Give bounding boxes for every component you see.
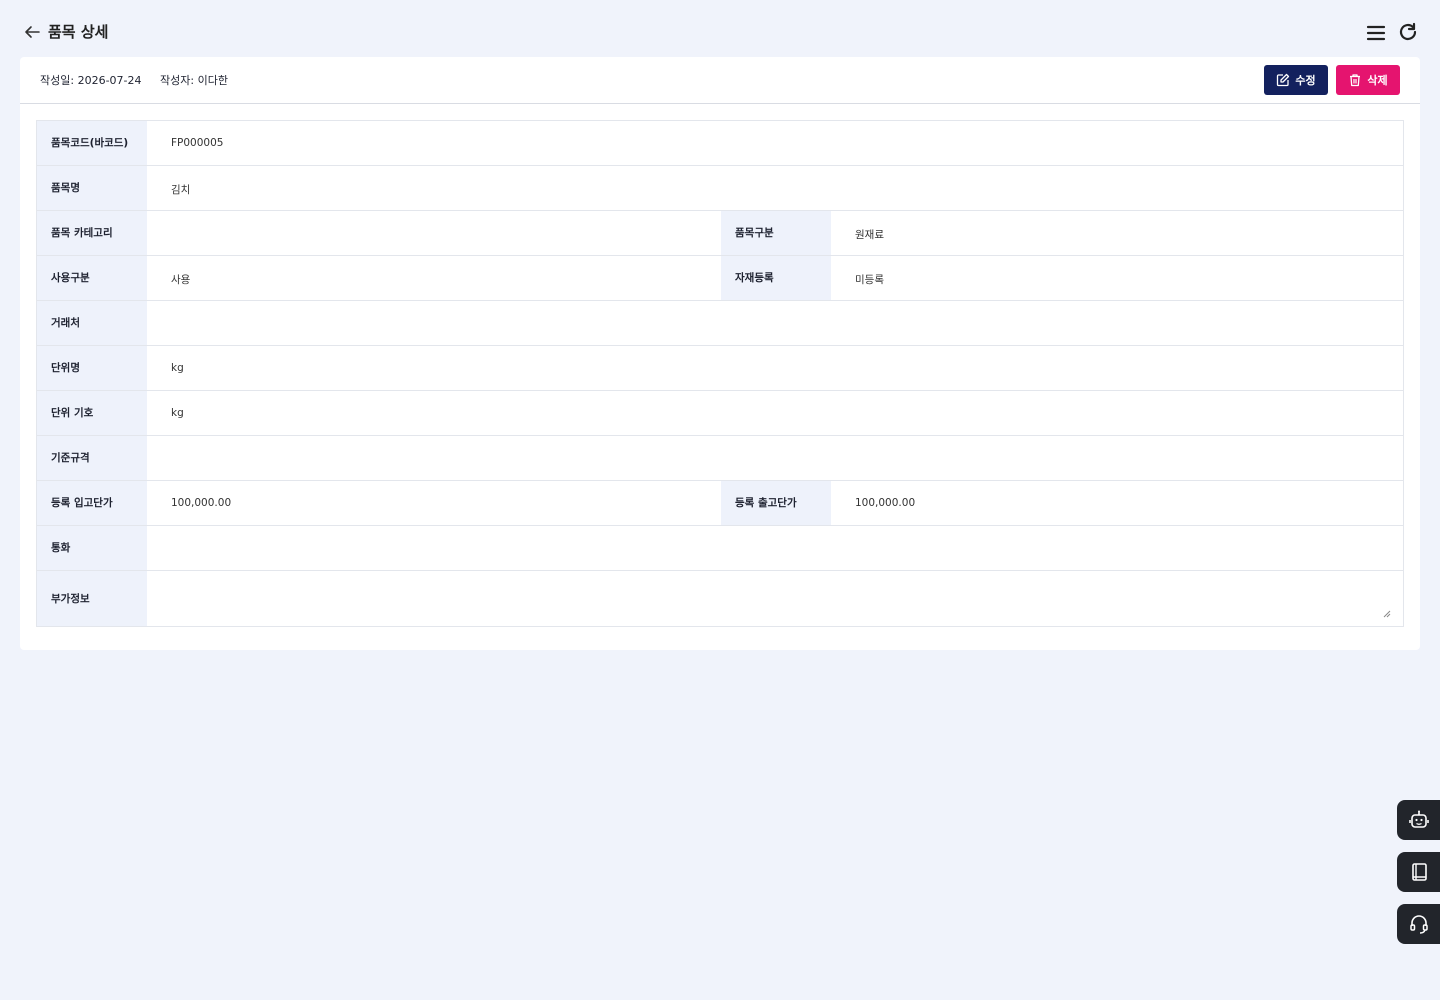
item-detail-table: 품목코드(바코드) FP000005 품목명 김치 품목 카테고리 품목구분 원… — [36, 120, 1404, 627]
author: 작성자: 이다한 — [160, 72, 228, 88]
delete-button-label: 삭제 — [1367, 74, 1388, 87]
value-type: 원재료 — [855, 229, 884, 241]
value-usage: 사용 — [171, 274, 191, 286]
row-unit-name: 단위명 kg — [37, 346, 1403, 391]
manual-button[interactable] — [1397, 852, 1440, 892]
row-name: 품목명 김치 — [37, 166, 1403, 211]
detail-card: 작성일: 2026-07-24 작성자: 이다한 수정 삭제 품목코드(바코드)… — [20, 57, 1420, 650]
value-in-price: 100,000.00 — [171, 497, 232, 509]
row-spec: 기준규격 — [37, 436, 1403, 481]
value-vendor — [147, 301, 1403, 345]
back-arrow-icon[interactable] — [22, 22, 42, 42]
value-category — [147, 211, 721, 255]
refresh-icon[interactable] — [1397, 21, 1419, 43]
row-category-type: 품목 카테고리 품목구분 원재료 — [37, 211, 1403, 256]
label-in-price: 등록 입고단가 — [37, 481, 147, 525]
book-icon — [1411, 863, 1427, 881]
value-unit-name: kg — [171, 362, 184, 374]
value-currency — [147, 526, 1403, 570]
page-title: 품목 상세 — [48, 23, 109, 41]
created-date: 작성일: 2026-07-24 — [40, 72, 142, 88]
row-vendor: 거래처 — [37, 301, 1403, 346]
label-unit-symbol: 단위 기호 — [37, 391, 147, 435]
row-prices: 등록 입고단가 100,000.00 등록 출고단가 100,000.00 — [37, 481, 1403, 526]
extra-info-textarea[interactable] — [147, 571, 1403, 626]
author-value: 이다한 — [197, 74, 228, 87]
label-spec: 기준규격 — [37, 436, 147, 480]
top-bar: 품목 상세 — [0, 0, 1440, 57]
chatbot-button[interactable] — [1397, 800, 1440, 840]
robot-icon — [1408, 810, 1429, 828]
value-out-price: 100,000.00 — [855, 497, 916, 509]
edit-button-label: 수정 — [1295, 74, 1316, 87]
created-date-value: 2026-07-24 — [77, 74, 142, 87]
headset-icon — [1409, 915, 1428, 934]
label-extra: 부가정보 — [37, 571, 147, 626]
value-unit-symbol: kg — [171, 407, 184, 419]
label-unit-name: 단위명 — [37, 346, 147, 390]
support-button[interactable] — [1397, 904, 1440, 944]
label-usage: 사용구분 — [37, 256, 147, 300]
row-unit-symbol: 단위 기호 kg — [37, 391, 1403, 436]
label-material: 자재등록 — [721, 256, 831, 300]
edit-icon — [1277, 73, 1290, 87]
row-usage-material: 사용구분 사용 자재등록 미등록 — [37, 256, 1403, 301]
label-code: 품목코드(바코드) — [37, 121, 147, 165]
label-currency: 통화 — [37, 526, 147, 570]
resize-grip-icon[interactable] — [1383, 610, 1391, 618]
value-spec — [147, 436, 1403, 480]
edit-button[interactable]: 수정 — [1264, 65, 1328, 95]
card-header: 작성일: 2026-07-24 작성자: 이다한 수정 삭제 — [20, 57, 1420, 104]
value-name: 김치 — [171, 184, 191, 196]
label-type: 품목구분 — [721, 211, 831, 255]
row-currency: 통화 — [37, 526, 1403, 571]
label-out-price: 등록 출고단가 — [721, 481, 831, 525]
row-extra: 부가정보 — [37, 571, 1403, 626]
trash-icon — [1350, 74, 1361, 87]
menu-icon[interactable] — [1365, 22, 1387, 44]
label-vendor: 거래처 — [37, 301, 147, 345]
label-name: 품목명 — [37, 166, 147, 210]
author-label: 작성자: — [160, 74, 195, 87]
label-category: 품목 카테고리 — [37, 211, 147, 255]
delete-button[interactable]: 삭제 — [1336, 65, 1400, 95]
row-code: 품목코드(바코드) FP000005 — [37, 121, 1403, 166]
created-date-label: 작성일: — [40, 74, 75, 87]
value-material: 미등록 — [855, 274, 884, 286]
value-code: FP000005 — [171, 137, 224, 149]
